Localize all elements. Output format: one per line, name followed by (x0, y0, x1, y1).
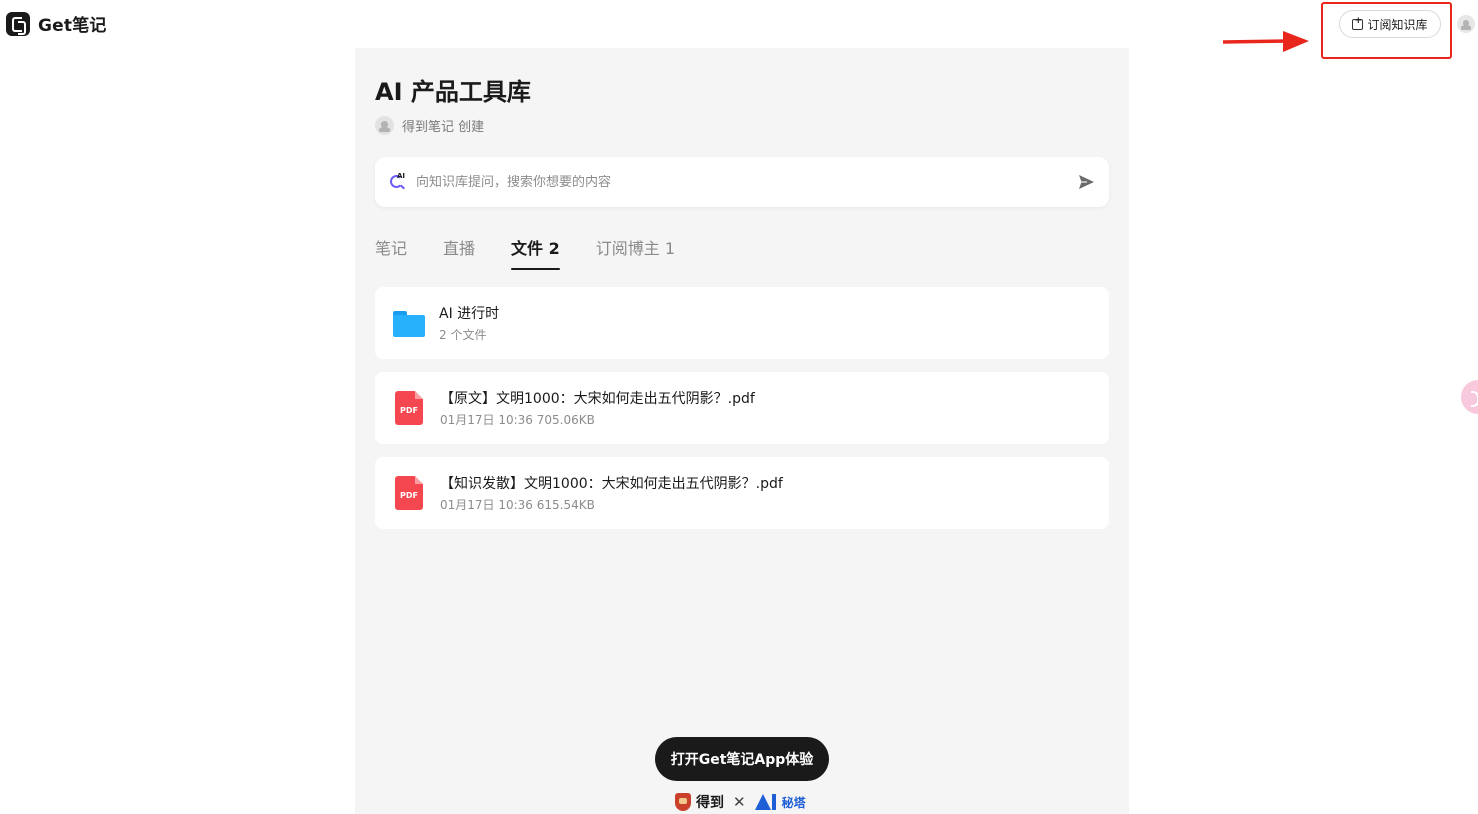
ai-search-icon: AI (389, 172, 409, 192)
open-app-button[interactable]: 打开Get笔记App体验 (655, 737, 829, 781)
get-logo-icon (6, 11, 30, 36)
content-tabs: 笔记 直播 文件 2 订阅博主 1 (375, 238, 711, 270)
file-list: AI 进行时 2 个文件 PDF 【原文】文明1000：大宋如何走出五代阴影？.… (375, 287, 1109, 542)
author-info: 得到笔记 创建 (375, 116, 484, 135)
dedao-logo-icon (675, 793, 691, 811)
list-item-file[interactable]: PDF 【原文】文明1000：大宋如何走出五代阴影？.pdf 01月17日 10… (375, 372, 1109, 444)
mita-logo-icon (754, 794, 777, 810)
tab-subscribed-bloggers[interactable]: 订阅博主 1 (596, 238, 675, 270)
item-meta: 2 个文件 (439, 328, 487, 342)
search-bar[interactable]: AI (375, 157, 1109, 207)
item-name: AI 进行时 (439, 306, 500, 322)
dedao-brand: 得到 (696, 795, 724, 811)
page-title: AI 产品工具库 (375, 78, 531, 106)
tab-live[interactable]: 直播 (443, 238, 475, 270)
red-arrow-annotation (1223, 31, 1309, 52)
send-icon[interactable] (1077, 173, 1095, 191)
tab-notes[interactable]: 笔记 (375, 238, 407, 270)
folder-icon (393, 309, 425, 337)
item-name: 【知识发散】文明1000：大宋如何走出五代阴影？.pdf (440, 476, 783, 492)
app-logo[interactable]: Get笔记 (6, 11, 107, 36)
subscribe-knowledge-base-button[interactable]: 订阅知识库 (1339, 10, 1441, 38)
item-meta: 01月17日 10:36 705.06KB (440, 413, 595, 427)
bookmark-add-icon (1352, 16, 1364, 30)
search-input[interactable] (416, 174, 1077, 190)
mita-brand: 秘塔 (781, 795, 806, 810)
tab-files[interactable]: 文件 2 (511, 238, 560, 270)
item-name: 【原文】文明1000：大宋如何走出五代阴影？.pdf (440, 391, 755, 407)
knowledge-base-panel: AI 产品工具库 得到笔记 创建 AI 笔记 直播 文件 2 订阅博主 1 (355, 48, 1129, 814)
pdf-icon: PDF (395, 391, 423, 425)
logo-text: Get笔记 (38, 16, 107, 36)
partner-brands: 得到 ✕ 秘塔 (675, 792, 806, 812)
collab-separator: ✕ (733, 793, 746, 811)
item-meta: 01月17日 10:36 615.54KB (440, 498, 595, 512)
ai-badge: AI (397, 172, 406, 180)
user-avatar[interactable] (1457, 15, 1475, 33)
author-name: 得到笔记 创建 (402, 120, 485, 135)
floating-helper-icon[interactable] (1461, 380, 1478, 414)
pdf-icon: PDF (395, 476, 423, 510)
subscribe-label: 订阅知识库 (1367, 17, 1428, 32)
author-avatar (375, 116, 394, 135)
list-item-file[interactable]: PDF 【知识发散】文明1000：大宋如何走出五代阴影？.pdf 01月17日 … (375, 457, 1109, 529)
list-item-folder[interactable]: AI 进行时 2 个文件 (375, 287, 1109, 359)
page: Get笔记 订阅知识库 AI 产品工具库 得到笔记 创建 AI (0, 0, 1478, 814)
